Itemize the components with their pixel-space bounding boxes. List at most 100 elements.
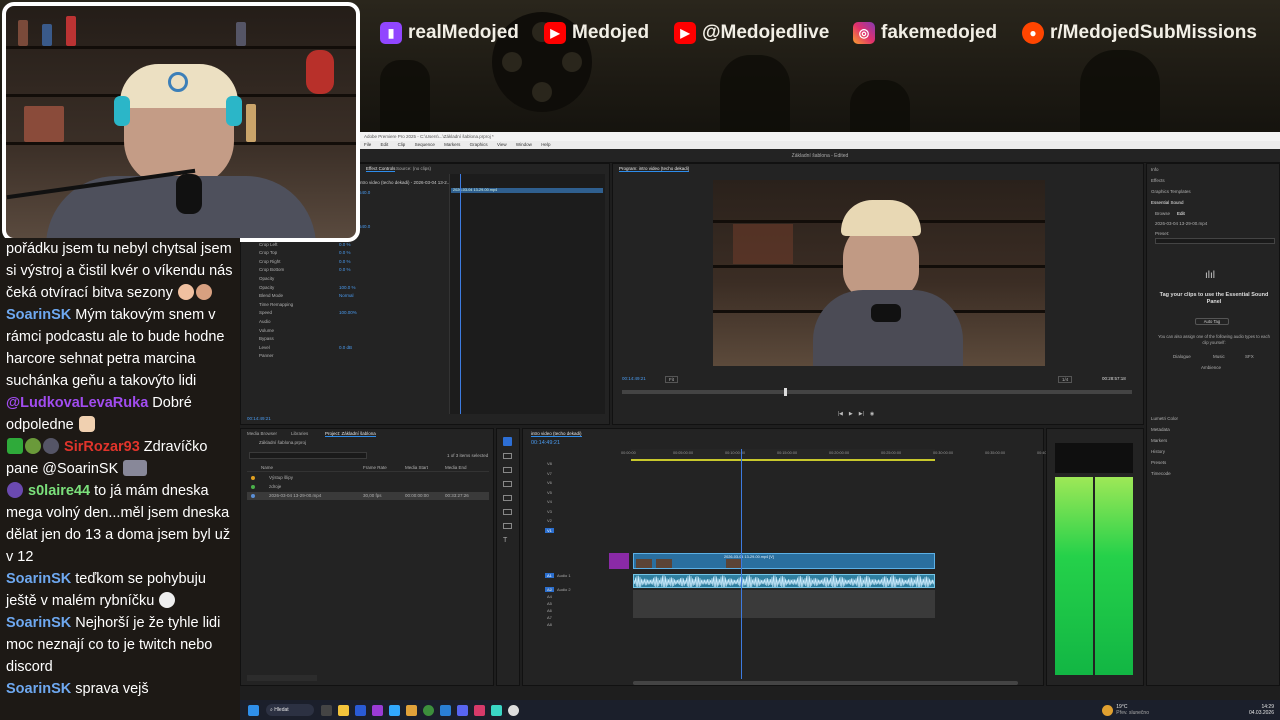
panel-history[interactable]: History	[1151, 449, 1165, 456]
effect-row[interactable]: Crop Bottom 0.0 %	[259, 267, 351, 274]
type-tool-icon[interactable]: T	[503, 537, 512, 544]
effect-param-value[interactable]: 0.0 %	[339, 267, 351, 272]
col-name[interactable]: Name	[261, 465, 273, 472]
effect-param-value[interactable]: Normal	[339, 293, 354, 298]
slip-tool-icon[interactable]	[503, 495, 512, 501]
audio-clip-a1[interactable]	[633, 574, 935, 588]
tab-media-browser[interactable]: Media Browser	[247, 431, 277, 436]
video-clip-v1[interactable]: 2026-03-04 13-29-00.mp4 [V]	[633, 553, 935, 569]
weather-widget[interactable]: 19°C Přev. slunečno	[1116, 704, 1149, 716]
menu-sequence[interactable]: Sequence	[415, 142, 435, 147]
video-track-header[interactable]: V7	[527, 471, 623, 479]
tab-source[interactable]: Source: (no clips)	[396, 166, 431, 171]
col-media-end[interactable]: Media End	[445, 465, 467, 472]
tab-project[interactable]: Project: Základní šablona	[325, 431, 376, 437]
audio-track-header[interactable]: A8	[527, 622, 623, 630]
effect-row[interactable]: Opacity 100.0 %	[259, 285, 356, 292]
effect-row[interactable]: Volume	[259, 328, 274, 335]
app-icon[interactable]	[406, 704, 417, 716]
timeline-playhead[interactable]	[741, 449, 742, 679]
pen-tool-icon[interactable]	[503, 509, 512, 515]
selection-tool-icon[interactable]	[503, 437, 512, 446]
panel-markers[interactable]: Markers	[1151, 438, 1167, 445]
effect-row[interactable]: Bypass	[259, 336, 274, 343]
effect-playhead[interactable]	[460, 174, 461, 414]
panel-info[interactable]: Info	[1151, 167, 1159, 174]
panel-essential-sound[interactable]: Essential Sound	[1151, 200, 1184, 207]
ripple-edit-tool-icon[interactable]	[503, 467, 512, 473]
effect-param-value-2[interactable]: 540.0	[359, 224, 370, 229]
work-area-bar[interactable]	[631, 459, 935, 461]
chrome-icon[interactable]	[423, 704, 434, 716]
panel-graphics-templates[interactable]: Graphics Templates	[1151, 189, 1191, 196]
video-track-header[interactable]: V5	[527, 490, 623, 498]
discord-icon[interactable]	[457, 704, 468, 716]
chat-username[interactable]: SoarinSK	[6, 571, 71, 587]
auto-tag-button[interactable]: Auto Tag	[1195, 318, 1229, 325]
menu-clip[interactable]: Clip	[398, 142, 406, 147]
task-view-icon[interactable]	[321, 704, 332, 716]
project-search-input[interactable]	[249, 452, 367, 459]
col-frame-rate[interactable]: Frame Rate	[363, 465, 387, 472]
col-media-start[interactable]: Media Start	[405, 465, 428, 472]
menu-file[interactable]: File	[364, 142, 371, 147]
export-frame-icon[interactable]: ◉	[870, 411, 874, 419]
menu-window[interactable]: Window	[516, 142, 532, 147]
panel-lumetri[interactable]: Lumetri Color	[1151, 416, 1178, 423]
effect-row[interactable]: Crop Left 0.0 %	[259, 242, 351, 249]
project-item[interactable]: 2026-03-04 13-29-00.mp4 30,00 fps 00:00:00…	[247, 492, 489, 500]
razor-tool-icon[interactable]	[503, 481, 512, 487]
premiere-icon[interactable]	[372, 704, 383, 716]
video-track-header[interactable]: V1	[527, 527, 623, 536]
chat-username[interactable]: s0laire44	[28, 483, 90, 499]
effect-param-value[interactable]: 0.0 %	[339, 259, 351, 264]
effect-param-value[interactable]: 100.00%	[339, 310, 357, 315]
video-track-header[interactable]: V4	[527, 499, 623, 507]
track-select-tool-icon[interactable]	[503, 453, 512, 459]
tab-libraries[interactable]: Libraries	[291, 431, 308, 436]
effect-row[interactable]: Blend Mode Normal	[259, 293, 354, 300]
audio-track-header[interactable]: A1 Audio 1	[527, 573, 623, 581]
effect-param-value[interactable]: 0.0 dB	[339, 345, 352, 350]
taskbar-search[interactable]: ⌕ Hledat	[266, 704, 314, 716]
tab-effect-controls[interactable]: Effect Controls	[366, 166, 396, 172]
effect-row[interactable]: Crop Top 0.0 %	[259, 250, 351, 257]
menu-graphics[interactable]: Graphics	[470, 142, 488, 147]
video-track-header[interactable]: V2	[527, 518, 623, 526]
effect-row[interactable]: Crop Right 0.0 %	[259, 259, 351, 266]
effect-param-value-2[interactable]: 540.0	[359, 190, 370, 195]
panel-presets[interactable]: Presets	[1151, 460, 1166, 467]
effect-row[interactable]: Level 0.0 dB	[259, 345, 352, 352]
project-item[interactable]: Výstup šlipy	[247, 474, 489, 482]
project-item[interactable]: zdroje	[247, 483, 489, 491]
type-sfx-button[interactable]: SFX	[1245, 354, 1254, 361]
timeline-scrollbar[interactable]	[633, 681, 1018, 685]
effect-row[interactable]: Opacity	[259, 276, 274, 283]
essential-preset-select[interactable]	[1155, 238, 1275, 244]
panel-metadata[interactable]: Metadata	[1151, 427, 1170, 434]
chat-username[interactable]: SoarinSK	[6, 681, 71, 697]
menu-markers[interactable]: Markers	[444, 142, 460, 147]
tab-program[interactable]: Program: intro video (techo dekadi)	[619, 166, 690, 172]
chat-username[interactable]: SirRozar93	[64, 439, 140, 455]
essential-tab-browse[interactable]: Browse	[1155, 211, 1170, 218]
file-explorer-icon[interactable]	[338, 704, 349, 716]
hand-tool-icon[interactable]	[503, 523, 512, 529]
type-ambience-button[interactable]: Ambience	[1201, 365, 1221, 372]
effect-param-value[interactable]: 0.0 %	[339, 242, 351, 247]
photoshop-icon[interactable]	[389, 704, 400, 716]
type-dialogue-button[interactable]: Dialogue	[1173, 354, 1191, 361]
essential-tab-edit[interactable]: Edit	[1177, 211, 1185, 218]
effect-row[interactable]: Time Remapping	[259, 302, 293, 309]
menu-view[interactable]: View	[497, 142, 507, 147]
step-back-icon[interactable]: |◀	[838, 411, 843, 419]
effect-param-value[interactable]: 100.0 %	[339, 285, 356, 290]
video-track-header[interactable]: V3	[527, 509, 623, 517]
clip-purple[interactable]	[609, 553, 629, 569]
app-icon[interactable]	[474, 704, 485, 716]
menu-edit[interactable]: Edit	[381, 142, 389, 147]
tab-timeline[interactable]: intro video (techo dekadi)	[531, 431, 582, 437]
video-track-header[interactable]: V6	[527, 480, 623, 488]
obs-icon[interactable]	[508, 704, 519, 716]
chat-username[interactable]: SoarinSK	[6, 615, 71, 631]
